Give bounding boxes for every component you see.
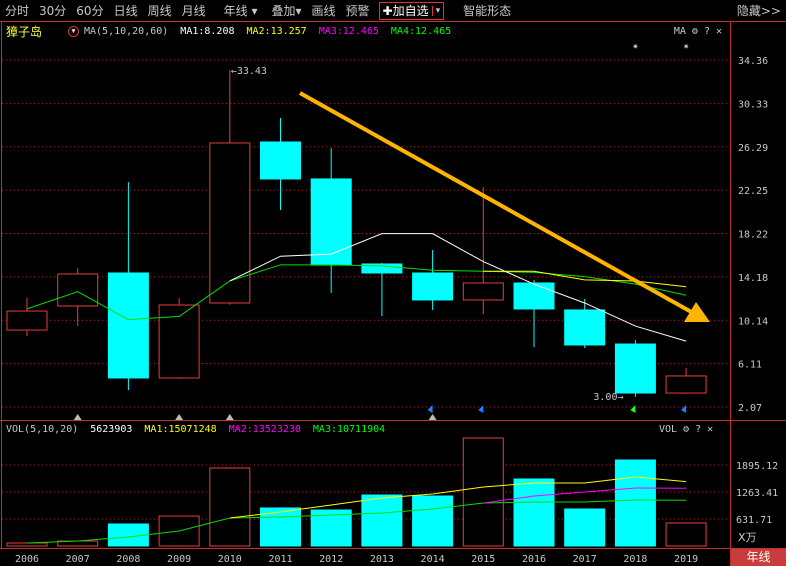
volume-bar bbox=[412, 495, 454, 547]
trend-arrow-line bbox=[299, 91, 696, 316]
year-label: 2014 bbox=[421, 554, 445, 565]
event-triangle-marker bbox=[428, 414, 437, 420]
candle-down bbox=[260, 141, 301, 180]
volume-bar bbox=[513, 478, 555, 547]
blue-flag-icon bbox=[427, 405, 433, 413]
star-marker-icon: ✷ bbox=[683, 41, 689, 52]
volume-bar bbox=[6, 542, 48, 547]
year-label: 2007 bbox=[66, 554, 90, 565]
candle-up bbox=[209, 142, 251, 304]
year-label: 2010 bbox=[218, 554, 242, 565]
candle-down bbox=[107, 272, 149, 379]
year-label: 2017 bbox=[573, 554, 597, 565]
event-triangle-marker bbox=[225, 414, 234, 420]
year-label: 2008 bbox=[116, 554, 140, 565]
price-tick-label: 34.36 bbox=[738, 56, 768, 67]
blue-flag-icon bbox=[478, 405, 484, 413]
candle-down bbox=[564, 309, 606, 346]
candle-up bbox=[57, 273, 99, 307]
price-tick-label: 2.07 bbox=[738, 403, 762, 414]
year-label: 2012 bbox=[319, 554, 343, 565]
event-triangle-marker bbox=[175, 414, 184, 420]
volume-bar bbox=[462, 437, 504, 547]
price-tick-label: 10.14 bbox=[738, 316, 768, 327]
volume-bar bbox=[665, 522, 707, 547]
price-tick-label: 22.25 bbox=[738, 186, 768, 197]
price-tick-label: 26.29 bbox=[738, 143, 768, 154]
price-tick-label: 14.18 bbox=[738, 273, 768, 284]
volume-unit-label: X万 bbox=[738, 531, 757, 544]
candle-down bbox=[513, 282, 555, 310]
green-flag-icon bbox=[630, 405, 636, 413]
volume-tick-label: 1263.41 bbox=[736, 488, 778, 499]
candle-down bbox=[614, 343, 656, 394]
volume-tick-label: 1895.12 bbox=[736, 461, 778, 472]
year-label: 2015 bbox=[471, 554, 495, 565]
volume-bar bbox=[209, 467, 251, 547]
volume-tick-label: 631.71 bbox=[736, 515, 772, 526]
price-ma-white-line bbox=[229, 233, 687, 342]
year-label: 2016 bbox=[522, 554, 546, 565]
candle-up bbox=[6, 310, 48, 331]
price-tick-label: 6.11 bbox=[738, 360, 762, 371]
volume-bar bbox=[361, 494, 403, 547]
year-label: 2011 bbox=[268, 554, 292, 565]
candle-up bbox=[665, 375, 707, 394]
price-tick-label: 18.22 bbox=[738, 230, 768, 241]
star-marker-icon: ✷ bbox=[632, 41, 638, 52]
blue-flag-icon bbox=[681, 405, 687, 413]
kline-chart[interactable]: 34.36 30.33 26.29 22.25 18.22 14.18 10.14 6.11 2… bbox=[0, 0, 786, 566]
year-label: 2009 bbox=[167, 554, 191, 565]
candle-down bbox=[412, 272, 454, 301]
price-tick-label: 30.33 bbox=[738, 99, 768, 110]
year-label: 2018 bbox=[623, 554, 647, 565]
volume-bar bbox=[614, 459, 656, 547]
volume-bar bbox=[564, 508, 606, 547]
event-triangle-marker bbox=[73, 414, 82, 420]
low-price-label: 3.00→ bbox=[593, 392, 623, 403]
candle-down bbox=[310, 178, 352, 266]
year-label: 2006 bbox=[15, 554, 39, 565]
year-label: 2019 bbox=[674, 554, 698, 565]
candle-up bbox=[462, 282, 504, 301]
high-price-label: ←33.43 bbox=[231, 66, 267, 77]
year-label: 2013 bbox=[370, 554, 394, 565]
